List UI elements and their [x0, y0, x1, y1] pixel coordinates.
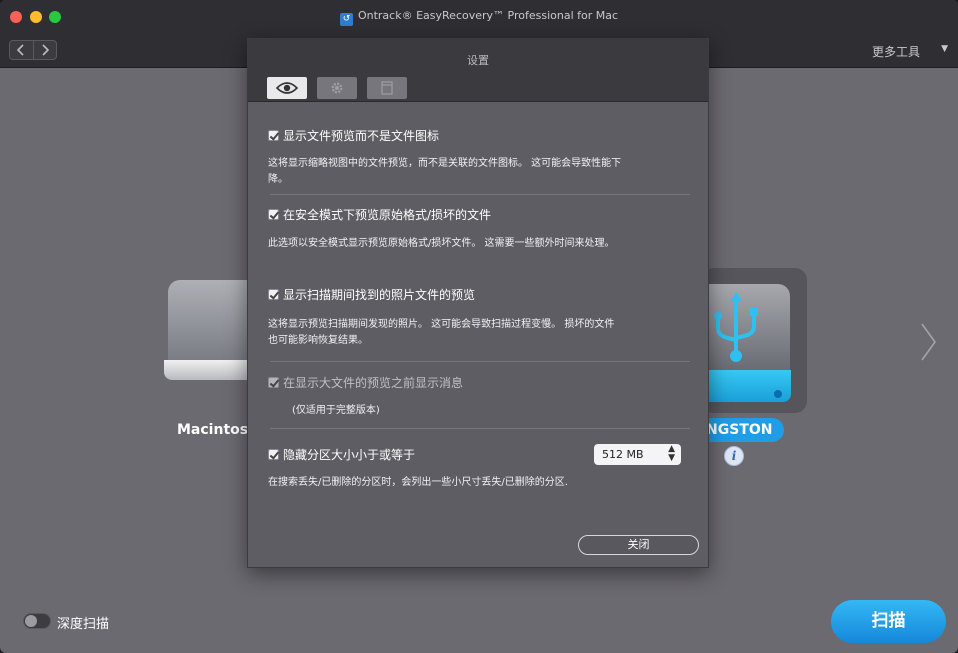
option-file-preview: 显示文件预览而不是文件图标	[268, 127, 688, 145]
option-photo-preview: 显示扫描期间找到的照片文件的预览	[268, 286, 688, 304]
scan-button[interactable]: 扫描	[831, 600, 946, 643]
desc-line: 这将显示预览扫描期间发现的照片。 这可能会导致扫描过程变慢。 损坏的文件	[268, 319, 615, 330]
title-bar: ↺ Ontrack® EasyRecovery™ Professional for…	[0, 0, 958, 34]
option-description: 此选项以安全模式显示预览原始格式/损坏文件。 这需要一些额外时间来处理。	[268, 236, 668, 252]
settings-title: 设置	[467, 54, 489, 67]
partition-size-value: 512 MB	[602, 448, 644, 461]
gear-icon	[331, 82, 343, 94]
option-label: 在显示大文件的预览之前显示消息	[283, 376, 464, 390]
tab-document-settings[interactable]	[367, 77, 407, 99]
forward-button[interactable]	[32, 41, 57, 59]
file-preview-checkbox[interactable]	[268, 130, 279, 141]
desc-line: 此选项以安全模式显示预览原始格式/损坏文件。 这需要一些额外时间来处理。	[268, 238, 615, 249]
tab-preview[interactable]	[267, 77, 307, 99]
hide-partition-checkbox[interactable]	[268, 449, 279, 460]
chevron-left-icon	[17, 44, 24, 56]
option-description: 在搜索丢失/已删除的分区时，会列出一些小尺寸丢失/已删除的分区.	[268, 475, 668, 491]
back-button[interactable]	[10, 41, 33, 59]
option-description: 这将显示缩略视图中的文件预览，而不是关联的文件图标。 这可能会导致性能下 降。	[268, 156, 668, 188]
eye-icon	[276, 82, 298, 94]
option-safe-mode-preview: 在安全模式下预览原始格式/损坏的文件	[268, 206, 688, 224]
option-label: 显示文件预览而不是文件图标	[283, 129, 440, 143]
desc-line: 也可能影响恢复结果。	[268, 335, 368, 346]
usb-symbol-icon	[714, 292, 758, 362]
desc-line: 这将显示缩略视图中的文件预览，而不是关联的文件图标。 这可能会导致性能下	[268, 158, 622, 169]
settings-header: 设置	[248, 39, 708, 102]
option-label: 在安全模式下预览原始格式/损坏的文件	[283, 208, 492, 222]
hard-drive-front	[164, 360, 258, 380]
tab-general-settings[interactable]	[317, 77, 357, 99]
close-button[interactable]: 关闭	[578, 535, 699, 555]
info-icon[interactable]: i	[724, 446, 744, 466]
toggle-knob	[25, 615, 37, 627]
usb-drive-led	[774, 390, 782, 398]
large-file-checkbox[interactable]	[268, 377, 279, 388]
desc-line: 在搜索丢失/已删除的分区时，会列出一些小尺寸丢失/已删除的分区.	[268, 477, 568, 488]
partition-size-select[interactable]: 512 MB ▲ ▼	[594, 444, 681, 465]
app-logo-icon: ↺	[339, 13, 353, 26]
drive-macintosh[interactable]	[164, 280, 258, 400]
drive-label-macintosh: Macintosh	[177, 422, 259, 438]
photo-preview-checkbox[interactable]	[268, 289, 279, 300]
triangle-down-icon[interactable]: ▼	[941, 44, 948, 54]
option-description: (仅适用于完整版本)	[292, 403, 692, 419]
document-icon	[381, 81, 393, 95]
safe-mode-checkbox[interactable]	[268, 209, 279, 220]
drive-label-usb: NGSTON	[702, 418, 784, 442]
desc-line: 降。	[268, 174, 288, 185]
desc-line: (仅适用于完整版本)	[292, 405, 380, 416]
next-page-chevron-icon[interactable]	[918, 322, 938, 362]
chevron-right-icon	[42, 44, 49, 56]
window-title: Ontrack® EasyRecovery™ Professional for …	[357, 9, 619, 22]
divider	[270, 194, 690, 195]
stepper-arrows-icon: ▲ ▼	[668, 444, 675, 463]
app-window: ↺ Ontrack® EasyRecovery™ Professional for…	[0, 0, 958, 653]
window-title-wrap: ↺ Ontrack® EasyRecovery™ Professional for…	[0, 9, 958, 26]
option-description: 这将显示预览扫描期间发现的照片。 这可能会导致扫描过程变慢。 损坏的文件 也可能…	[268, 317, 668, 349]
option-label: 显示扫描期间找到的照片文件的预览	[283, 288, 476, 302]
option-label: 隐藏分区大小小于或等于	[283, 448, 416, 462]
more-tools-menu[interactable]: 更多工具	[872, 43, 920, 60]
nav-buttons	[9, 40, 57, 60]
divider	[270, 361, 690, 362]
option-large-file-message: 在显示大文件的预览之前显示消息	[268, 374, 688, 392]
deep-scan-toggle[interactable]	[23, 613, 51, 629]
deep-scan-label: 深度扫描	[57, 617, 110, 632]
divider	[270, 428, 690, 429]
settings-dialog: 设置 显示文件预览而不是文件图标 这将显示缩略视图中的文件预览，而不是关联的文件…	[247, 38, 709, 568]
